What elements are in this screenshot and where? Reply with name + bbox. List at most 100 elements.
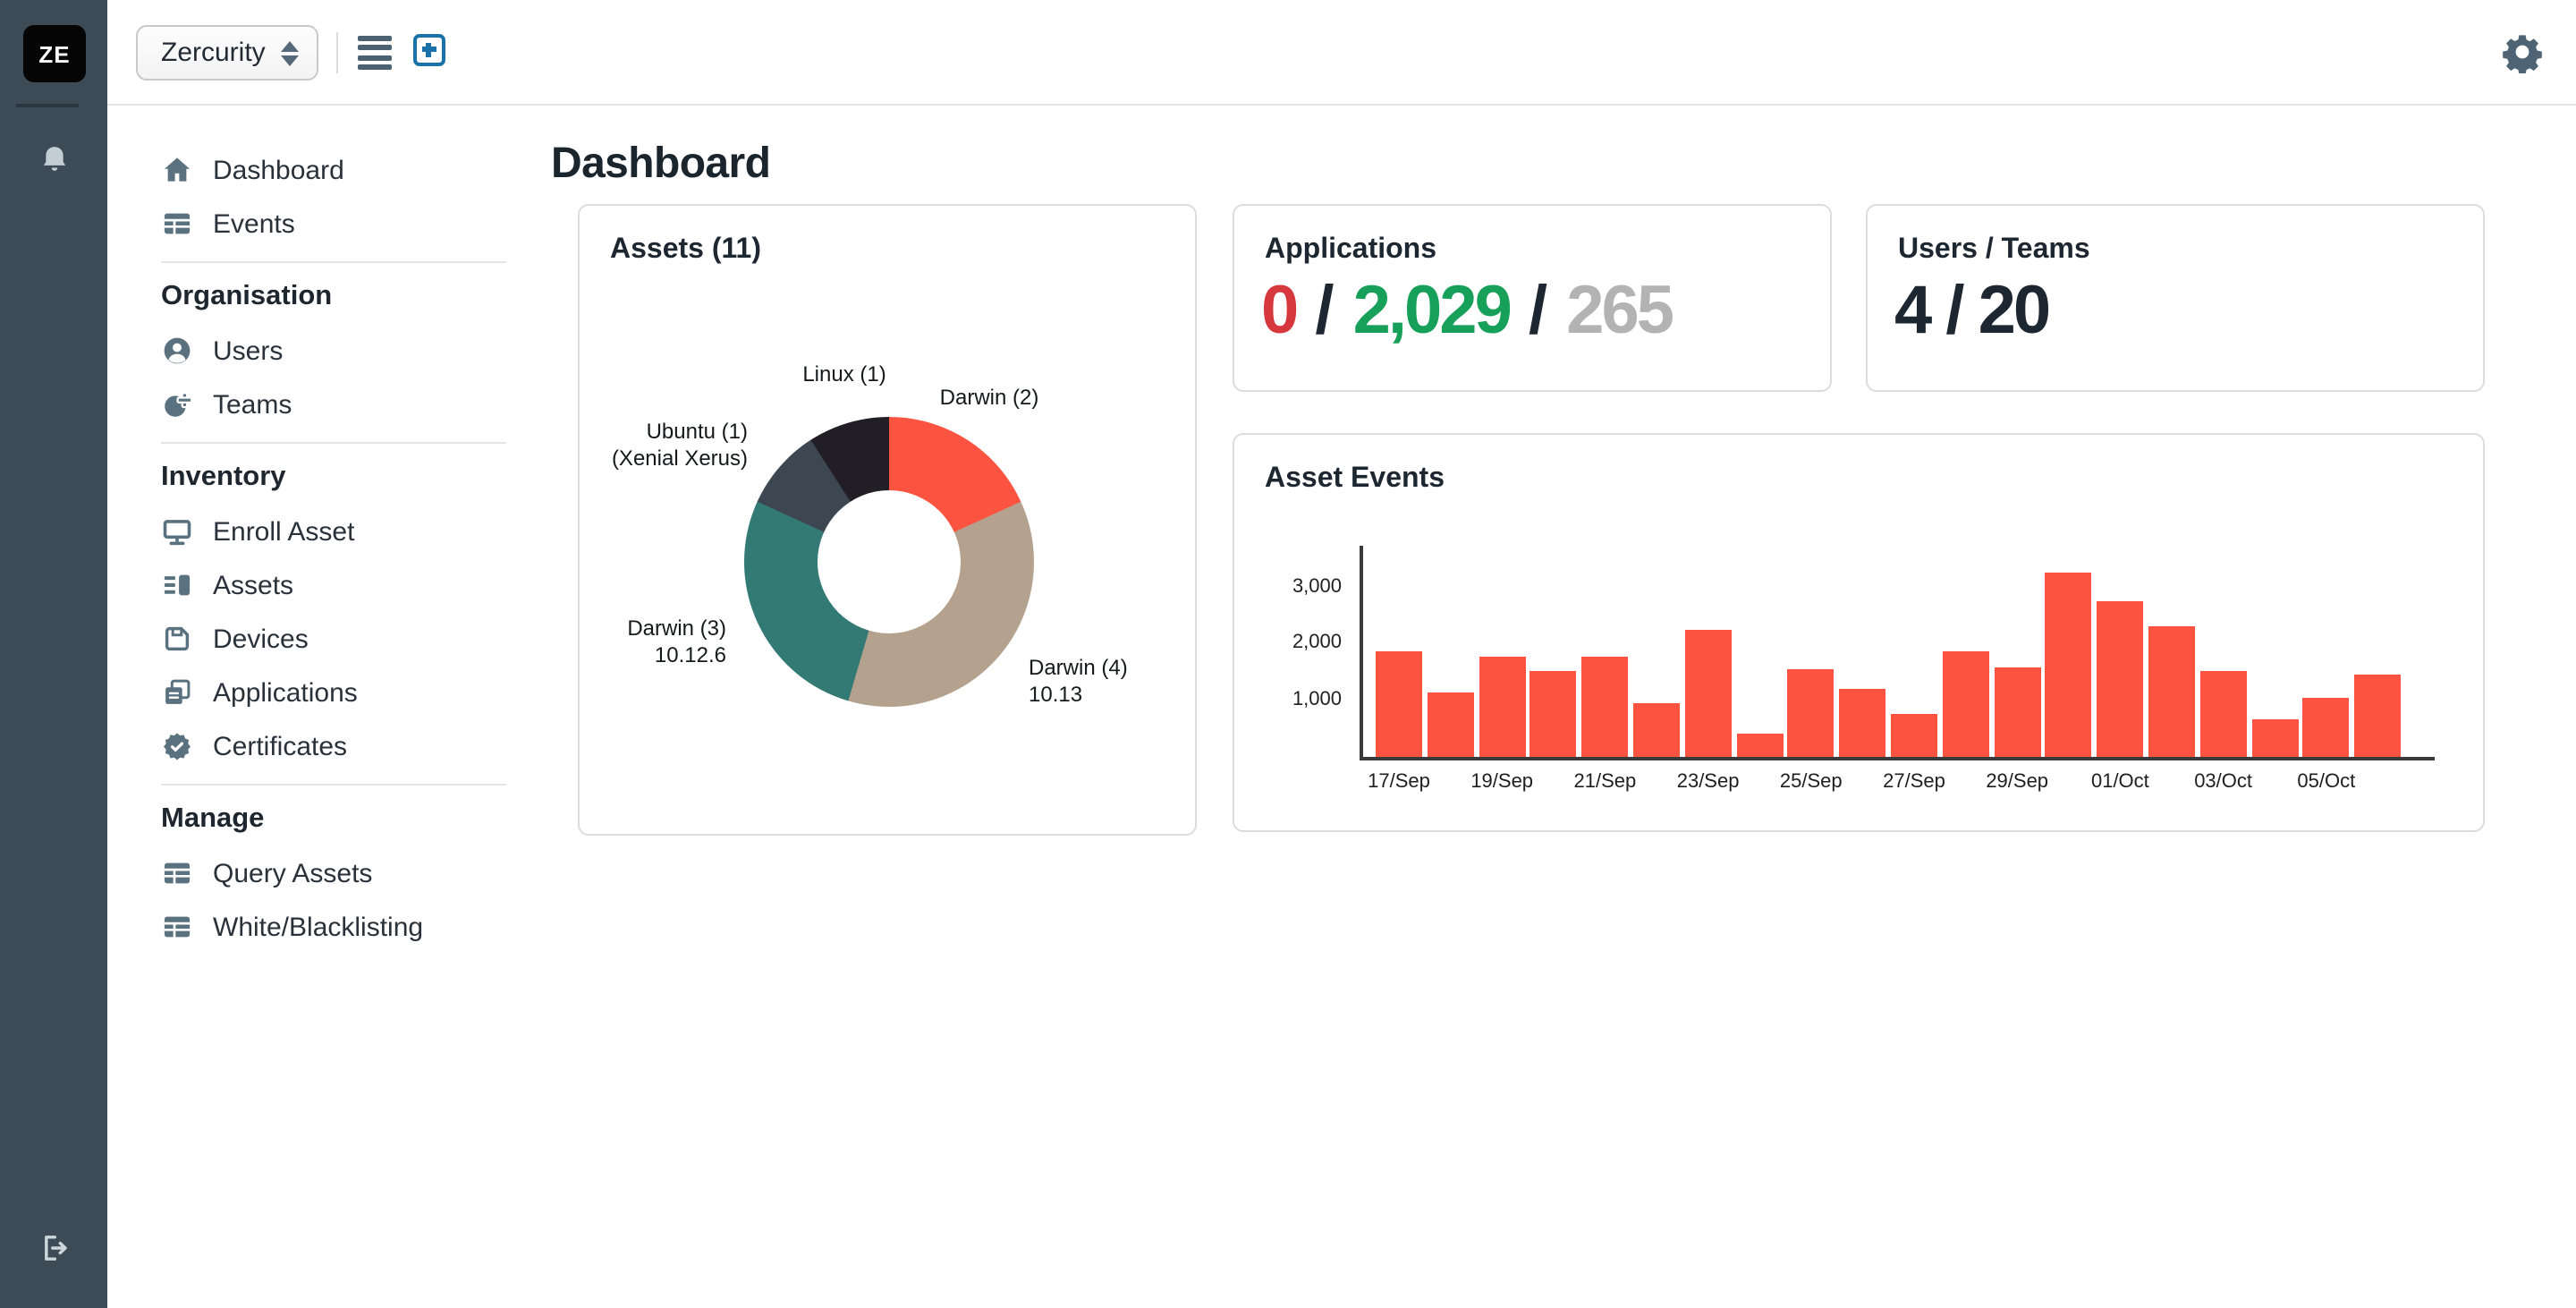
bar-17-Sep [1376,650,1422,757]
seal-check-icon [161,730,193,762]
sidebar-item-label: Dashboard [213,155,344,185]
bar-22-Sep [1633,702,1680,757]
sidebar-item-teams[interactable]: Teams [161,378,519,431]
applications-card: Applications 0 / 2,029 / 265 [1233,204,1832,392]
sidebar-item-devices[interactable]: Devices [161,612,519,666]
bar-03-Oct [2200,672,2247,757]
stat-part: / [1296,274,1352,349]
sidebar-item-events[interactable]: Events [161,197,519,251]
add-button[interactable] [413,34,445,66]
sidebar-item-label: Devices [213,624,309,654]
users-teams-card-title: Users / Teams [1898,234,2090,267]
x-tick-label: 29/Sep [1960,771,2074,793]
x-tick-label: 01/Oct [2063,771,2177,793]
team-add-icon [161,388,193,420]
table-icon [161,857,193,889]
sidebar-item-query-assets[interactable]: Query Assets [161,846,519,900]
bar-04-Oct [2251,720,2298,757]
x-tick-label: 23/Sep [1651,771,1766,793]
icon-rail: ZE [0,0,107,1308]
sidebar-item-label: Certificates [213,731,347,761]
bar-21-Sep [1581,656,1628,757]
bar-29-Sep [1994,667,2040,757]
bar-01-Oct [2097,602,2143,757]
table-icon [161,208,193,240]
table-icon [161,911,193,943]
select-arrows-icon [282,40,300,65]
bar-27-Sep [1891,714,1937,757]
nav-section-header-manage: Manage [161,793,519,846]
floppy-icon [161,623,193,655]
donut-slice-label: Darwin (4)10.13 [1029,655,1128,707]
bar-06-Oct [2354,675,2401,757]
assets-card: Assets (11) Darwin (2) Darwin (4)10.13 Dar… [578,204,1197,836]
x-tick-label: 19/Sep [1445,771,1559,793]
applications-card-title: Applications [1265,234,1436,267]
users-teams-card: Users / Teams 4 / 20 [1866,204,2485,392]
sidebar-nav: Dashboard Events Organisation Users Teams Inv… [161,143,519,954]
user-circle-icon [161,335,193,367]
list-box-icon [161,569,193,601]
donut-slice-label: Linux (1) [802,361,886,387]
menu-button[interactable] [358,36,392,70]
settings-button[interactable] [2501,30,2544,73]
logout-button[interactable] [0,1217,107,1288]
nav-section-header-organisation: Organisation [161,270,519,324]
sidebar-item-label: Users [213,335,283,366]
donut-slice-label: Darwin (3)10.12.6 [627,616,726,667]
stat-part: 2,029 [1353,274,1510,349]
applications-stat-value: 0 / 2,029 / 265 [1261,274,1672,351]
bar-18-Sep [1428,692,1474,757]
bar-20-Sep [1530,672,1577,757]
y-tick-label: 3,000 [1256,576,1342,598]
x-tick-label: 25/Sep [1754,771,1868,793]
nav-divider [161,784,506,786]
bar-25-Sep [1788,670,1835,757]
donut-slice-label: Darwin (2) [940,385,1039,411]
sidebar-item-assets[interactable]: Assets [161,558,519,612]
sidebar-item-enroll-asset[interactable]: Enroll Asset [161,505,519,558]
toolbar-divider [336,32,338,73]
bar-26-Sep [1839,689,1885,757]
app-window: ZE Zercurity DashboardEventsOrganisatio [0,0,2576,1308]
sidebar-item-label: Query Assets [213,858,372,888]
stat-part: 0 [1261,274,1296,349]
bar-30-Sep [2046,572,2092,757]
asset-events-card-title: Asset Events [1265,463,1445,496]
bar-05-Oct [2303,699,2350,757]
x-axis-line [1360,757,2435,760]
sidebar-item-certificates[interactable]: Certificates [161,719,519,773]
sidebar-item-white-blacklisting[interactable]: White/Blacklisting [161,900,519,954]
sidebar-item-applications[interactable]: Applications [161,666,519,719]
bar-24-Sep [1736,733,1783,757]
nav-section-header-inventory: Inventory [161,451,519,505]
bell-icon [37,143,71,186]
y-tick-label: 1,000 [1256,688,1342,709]
organisation-select-value: Zercurity [161,38,266,68]
bar-19-Sep [1479,658,1525,757]
bar-23-Sep [1685,630,1732,757]
home-icon [161,154,193,186]
organisation-select[interactable]: Zercurity [136,25,319,81]
users-teams-stat-value: 4 / 20 [1894,274,2048,351]
sidebar-item-label: Assets [213,570,293,600]
monitor-icon [161,515,193,548]
rail-separator [16,104,79,107]
notifications-button[interactable] [0,129,107,200]
nav-divider [161,261,506,263]
sidebar-item-dashboard[interactable]: Dashboard [161,143,519,197]
x-tick-label: 03/Oct [2166,771,2281,793]
bar-28-Sep [1943,650,1989,757]
donut-slice-label: Ubuntu (1)(Xenial Xerus) [612,419,748,471]
sidebar-item-label: Enroll Asset [213,516,354,547]
assets-card-title: Assets (11) [610,234,761,267]
gear-icon [2501,50,2544,81]
app-logo[interactable]: ZE [23,25,86,82]
x-tick-label: 17/Sep [1342,771,1456,793]
sidebar-item-users[interactable]: Users [161,324,519,378]
logout-icon [37,1231,71,1274]
sidebar-item-label: White/Blacklisting [213,912,423,942]
copy-docs-icon [161,676,193,709]
donut-hole [818,490,961,633]
stat-part: / [1510,274,1566,349]
